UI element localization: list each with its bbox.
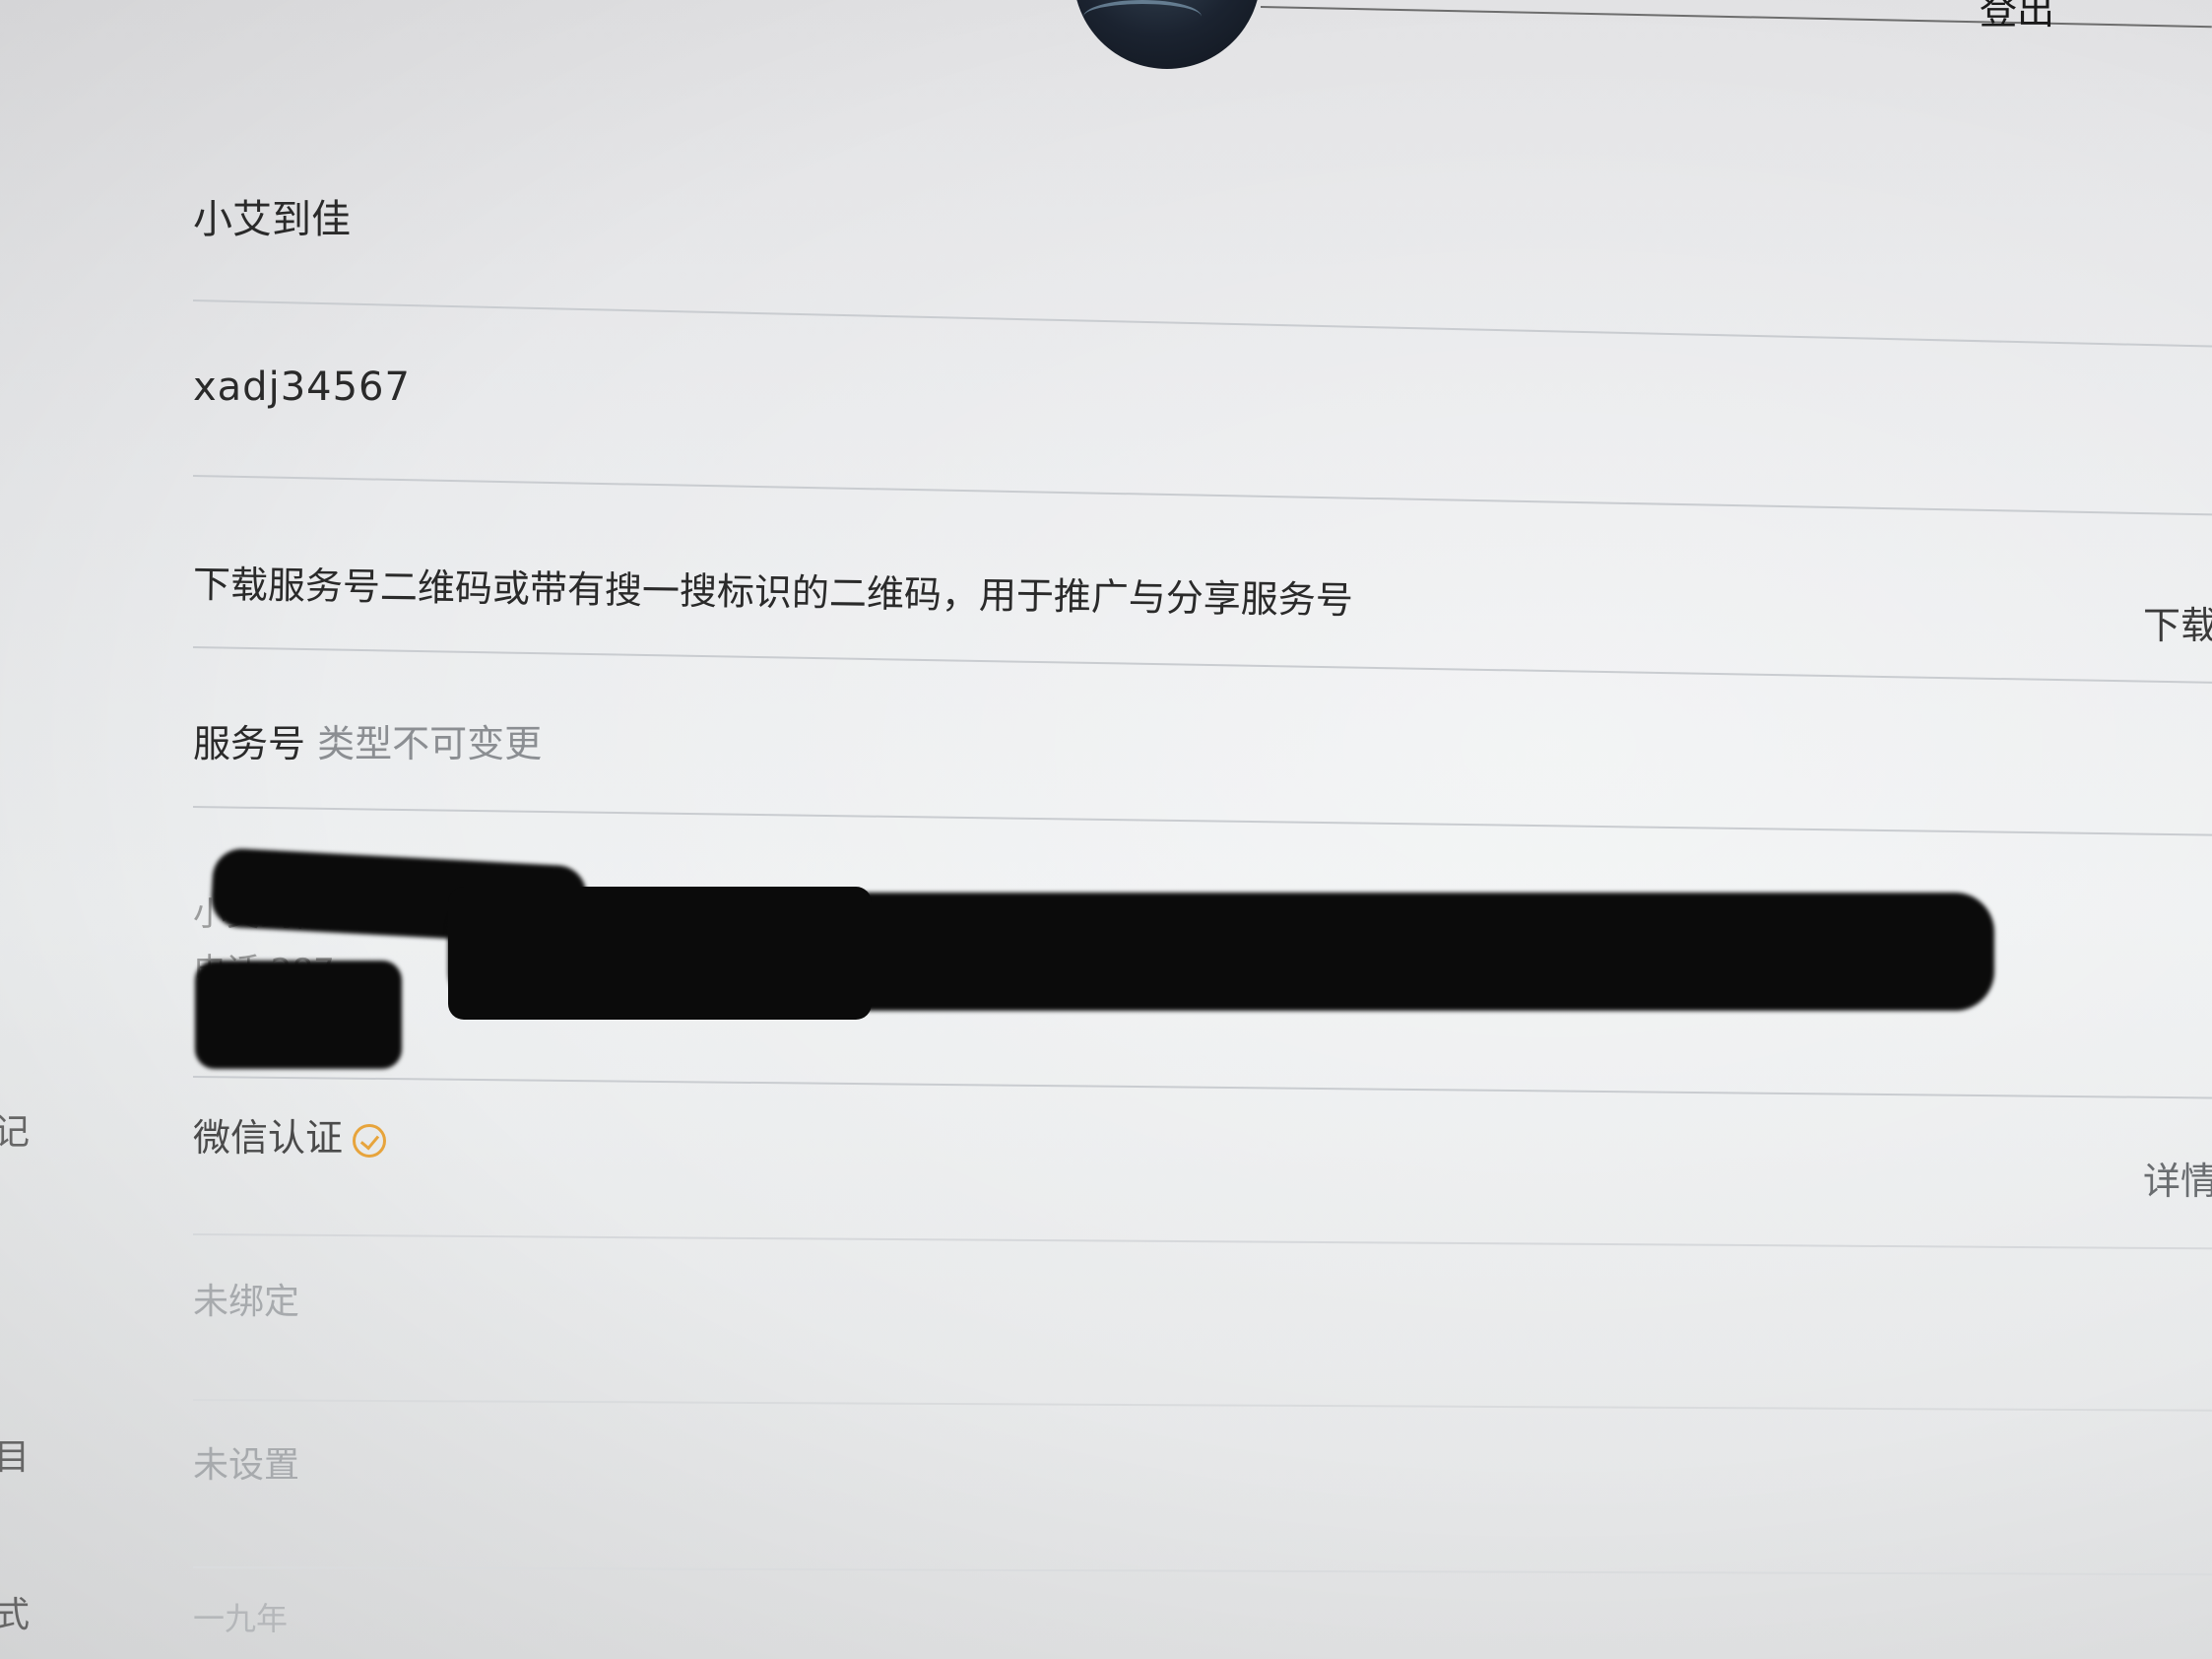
check-circle-icon xyxy=(353,1123,387,1158)
sidebar-edge-text[interactable]: 记 xyxy=(0,1103,30,1155)
account-name: 小艾到佳 xyxy=(193,197,351,242)
account-type-row: 服务号 类型不可变更 xyxy=(193,713,542,767)
account-type-note: 类型不可变更 xyxy=(317,722,543,765)
verify-detail-link[interactable]: 详情 xyxy=(2143,1151,2212,1205)
row-divider xyxy=(192,806,2212,836)
redaction-mark xyxy=(195,961,402,1069)
sidebar-edge-text[interactable]: 式 xyxy=(0,1586,30,1637)
row-divider xyxy=(192,1233,2212,1250)
row-divider xyxy=(192,1566,2212,1576)
row-divider xyxy=(192,475,2212,516)
avatar-wave-graphic xyxy=(1083,0,1202,33)
verify-label: 微信认证 xyxy=(193,1116,344,1160)
qrcode-description: 下载服务号二维码或带有搜一搜标识的二维码，用于推广与分享服务号 xyxy=(192,563,1354,623)
bind-status: 未绑定 xyxy=(193,1282,300,1322)
verify-row: 微信认证 xyxy=(193,1107,387,1161)
row-divider xyxy=(192,1076,2212,1099)
header-right-text[interactable]: 登出 xyxy=(1980,0,2054,34)
row-divider xyxy=(192,646,2212,684)
last-row-partial: 一九年 xyxy=(193,1600,289,1637)
setting-status: 未设置 xyxy=(193,1445,300,1486)
sidebar-edge-text[interactable]: 目 xyxy=(0,1428,30,1480)
redaction-mark xyxy=(448,887,872,1020)
qrcode-download-link[interactable]: 下载 xyxy=(2143,595,2212,649)
wechat-id: xadj34567 xyxy=(193,365,411,410)
row-divider xyxy=(192,1399,2212,1412)
account-type-label: 服务号 xyxy=(193,722,306,765)
row-divider xyxy=(192,299,2212,348)
header-divider xyxy=(1260,6,2212,29)
